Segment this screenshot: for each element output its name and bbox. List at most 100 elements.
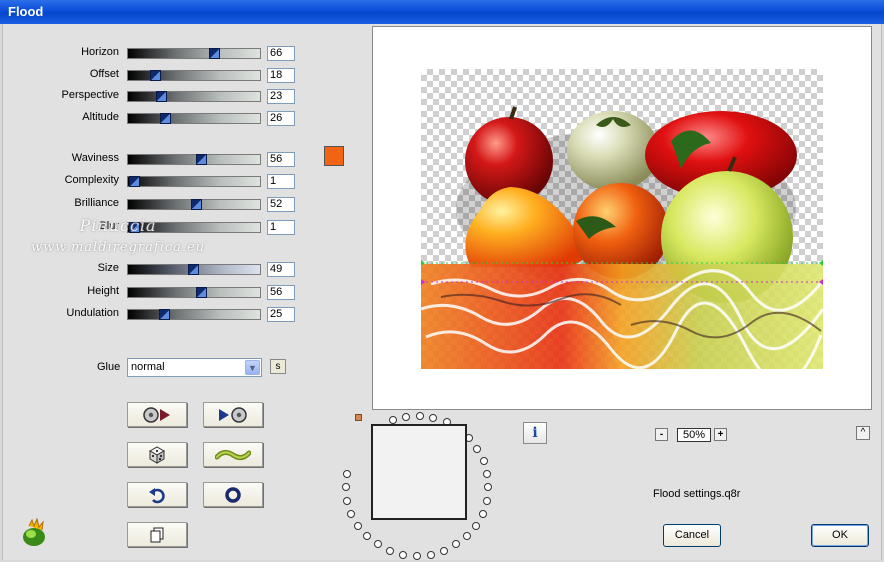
slider-thumb[interactable] <box>129 176 140 187</box>
dot-handle[interactable] <box>342 469 351 478</box>
color-swatch[interactable] <box>324 146 344 166</box>
value-field-waviness[interactable]: 56 <box>267 152 295 167</box>
value-field-altitude[interactable]: 26 <box>267 111 295 126</box>
dot-handle[interactable] <box>440 546 448 555</box>
slider-perspective[interactable] <box>127 91 261 102</box>
dot-handle[interactable] <box>471 521 480 530</box>
slider-size[interactable] <box>127 264 261 275</box>
glue-select-value: normal <box>131 361 165 373</box>
value-field-complexity[interactable]: 1 <box>267 174 295 189</box>
dot-handle[interactable] <box>483 469 492 478</box>
preview-image <box>421 69 823 369</box>
dot-handle[interactable] <box>482 496 491 505</box>
wave-button[interactable] <box>203 442 263 467</box>
value-field-horizon[interactable]: 66 <box>267 46 295 61</box>
dot-handle[interactable] <box>473 444 482 453</box>
chevron-down-icon[interactable]: ▼ <box>245 360 260 375</box>
param-label-waviness: Waviness <box>71 152 119 164</box>
slider-thumb[interactable] <box>196 154 207 165</box>
slider-thumb[interactable] <box>156 91 167 102</box>
slider-thumb[interactable] <box>159 309 170 320</box>
value-field-undulation[interactable]: 25 <box>267 307 295 322</box>
cancel-button[interactable]: Cancel <box>663 524 721 547</box>
zoom-level: 50% <box>677 428 711 442</box>
filmstrip-play-icon <box>143 406 170 423</box>
slider-altitude[interactable] <box>127 113 261 124</box>
dot-handle[interactable] <box>452 540 461 549</box>
slider-thumb[interactable] <box>209 48 220 59</box>
slider-horizon[interactable] <box>127 48 261 59</box>
flood-image-art <box>421 106 823 369</box>
dot-handle[interactable] <box>401 412 410 421</box>
filmstrip-play-button[interactable] <box>127 402 187 427</box>
undo-button[interactable] <box>127 482 187 507</box>
value-field-offset[interactable]: 18 <box>267 68 295 83</box>
dot-handle[interactable] <box>373 540 382 549</box>
random-button[interactable] <box>127 442 187 467</box>
dot-handle[interactable] <box>426 550 435 559</box>
zoom-out-button[interactable]: - <box>655 428 668 441</box>
value-field-blur[interactable]: 1 <box>267 220 295 235</box>
play-filmstrip-button[interactable] <box>203 402 263 427</box>
slider-waviness[interactable] <box>127 154 261 165</box>
dot-handle[interactable] <box>462 531 471 540</box>
glue-s-button[interactable]: s <box>270 359 286 374</box>
slider-thumb[interactable] <box>129 222 140 233</box>
slider-thumb[interactable] <box>188 264 199 275</box>
slider-thumb[interactable] <box>160 113 171 124</box>
reset-circle-icon <box>225 486 241 503</box>
slider-offset[interactable] <box>127 70 261 81</box>
value-field-perspective[interactable]: 23 <box>267 89 295 104</box>
dice-random-icon <box>148 445 166 464</box>
circle-anchor-handle[interactable] <box>355 414 362 421</box>
dot-handle[interactable] <box>399 550 408 559</box>
param-label-undulation: Undulation <box>66 307 119 319</box>
param-label-height: Height <box>87 285 119 297</box>
value-field-brilliance[interactable]: 52 <box>267 197 295 212</box>
slider-brilliance[interactable] <box>127 199 261 210</box>
value-field-size[interactable]: 49 <box>267 262 295 277</box>
slider-thumb[interactable] <box>150 70 161 81</box>
dot-handle[interactable] <box>478 509 487 518</box>
param-label-horizon: Horizon <box>81 46 119 58</box>
dot-handle[interactable] <box>343 496 352 505</box>
param-label-perspective: Perspective <box>61 89 119 101</box>
ok-button[interactable]: OK <box>811 524 869 547</box>
glue-select[interactable]: normal ▼ <box>127 358 262 377</box>
dot-handle[interactable] <box>429 413 438 422</box>
wave-icon <box>215 449 251 460</box>
dot-handle[interactable] <box>347 509 356 518</box>
info-button[interactable]: i <box>523 422 547 444</box>
param-label-altitude: Altitude <box>82 111 119 123</box>
dot-handle[interactable] <box>354 521 363 530</box>
dot-handle[interactable] <box>385 546 394 555</box>
dot-handle[interactable] <box>415 412 424 421</box>
slider-complexity[interactable] <box>127 176 261 187</box>
param-label-blur: Blur <box>99 220 119 232</box>
reset-button[interactable] <box>203 482 263 507</box>
value-field-height[interactable]: 56 <box>267 285 295 300</box>
slider-thumb[interactable] <box>196 287 207 298</box>
param-label-brilliance: Brilliance <box>74 197 119 209</box>
collapse-caret-button[interactable]: ^ <box>856 426 870 440</box>
title-bar: Flood <box>0 0 884 24</box>
copy-button[interactable] <box>127 522 187 547</box>
dot-handle[interactable] <box>484 483 493 492</box>
undo-arrow-icon <box>149 487 165 503</box>
zoom-in-button[interactable]: + <box>714 428 727 441</box>
flood-dialog: Horizon 66 Offset 18 Perspective 23 Altitude 26… <box>2 24 882 560</box>
slider-undulation[interactable] <box>127 309 261 320</box>
play-filmstrip-icon <box>219 406 247 423</box>
glue-label: Glue <box>97 361 121 373</box>
dot-handle[interactable] <box>413 552 421 560</box>
preview-canvas[interactable] <box>372 26 872 410</box>
param-label-complexity: Complexity <box>64 174 119 186</box>
window-title: Flood <box>8 4 44 19</box>
mini-preview <box>371 424 467 520</box>
dot-handle[interactable] <box>363 531 371 540</box>
dot-handle[interactable] <box>341 483 350 492</box>
slider-thumb[interactable] <box>191 199 202 210</box>
slider-blur[interactable] <box>127 222 261 233</box>
dot-handle[interactable] <box>479 456 488 465</box>
slider-height[interactable] <box>127 287 261 298</box>
